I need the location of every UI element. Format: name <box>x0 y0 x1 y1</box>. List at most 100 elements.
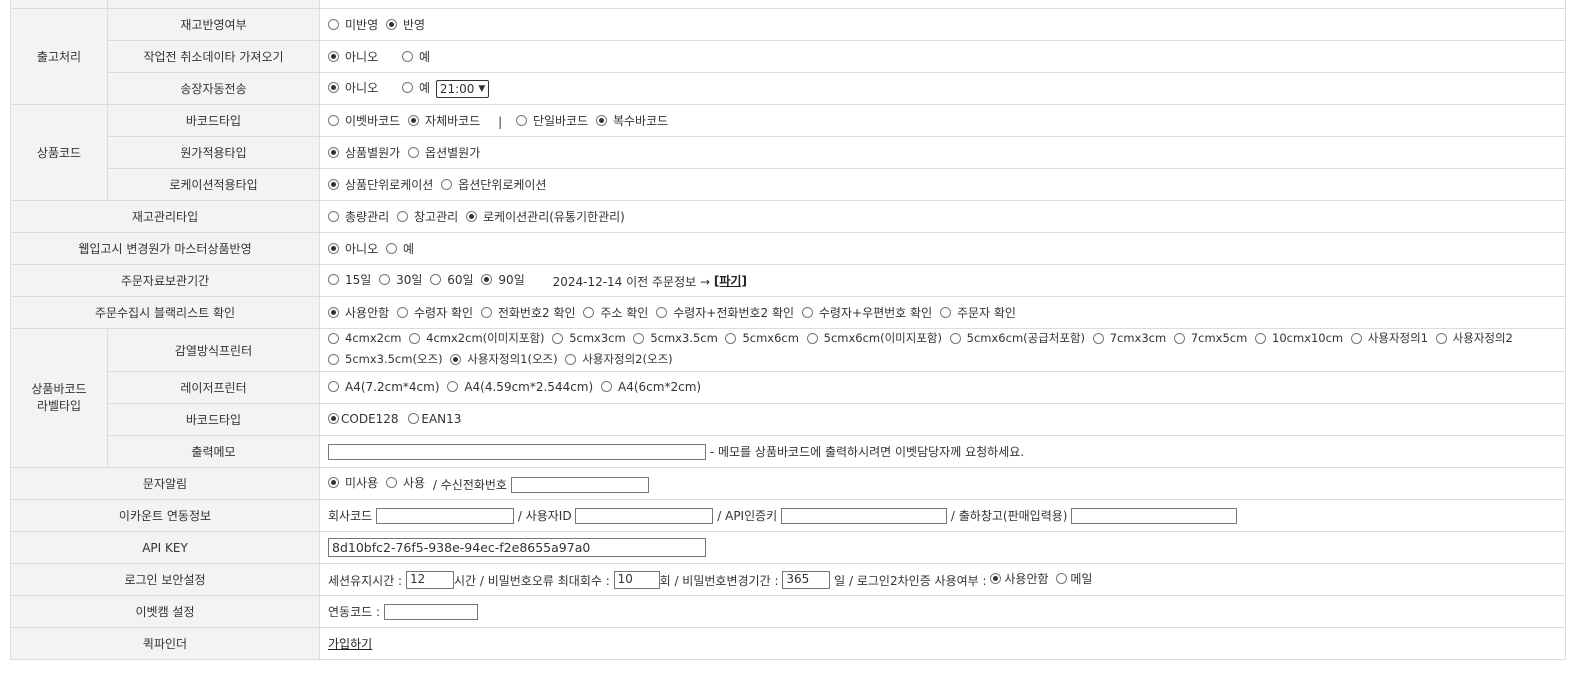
radio-auto-invoice-no[interactable]: 아니오 <box>328 79 378 96</box>
label-order-retention: 주문자료보관기간 <box>10 264 320 297</box>
label-stock-mgmt: 재고관리타입 <box>10 200 320 233</box>
radio-thermal-5x3-5[interactable]: 5cmx3.5cm <box>633 329 718 348</box>
radio-retention-15[interactable]: 15일 <box>328 271 371 288</box>
radio-laser-a4-6x2[interactable]: A4(6cm*2cm) <box>601 380 701 394</box>
radio-blacklist-recipient-zip[interactable]: 수령자+우편번호 확인 <box>801 304 932 321</box>
label-print-memo: 출력메모 <box>107 435 320 468</box>
chevron-down-icon: ▼ <box>478 84 486 95</box>
radio-unreflected[interactable]: 미반영 <box>328 16 378 33</box>
radio-blacklist-recipient-phone2[interactable]: 수령자+전화번호2 확인 <box>656 304 794 321</box>
radio-thermal-4x2-img[interactable]: 4cmx2cm(이미지포함) <box>409 329 545 348</box>
retention-note: 2024-12-14 이전 주문정보 → <box>552 275 711 289</box>
radio-code128[interactable]: CODE128 <box>328 412 399 426</box>
group-shipping: 출고처리 <box>10 8 108 105</box>
radio-thermal-5x6-img[interactable]: 5cmx6cm(이미지포함) <box>806 329 942 348</box>
label-api-key: API KEY <box>10 531 320 564</box>
ecount-company-label: 회사코드 <box>328 509 373 523</box>
ebetcam-code-input[interactable] <box>383 603 478 620</box>
ebetcam-code-label: 연동코드 : <box>328 605 381 619</box>
label-ebetcam: 이벳캠 설정 <box>10 595 320 628</box>
radio-2fa-off[interactable]: 사용안함 <box>990 570 1049 587</box>
radio-thermal-10x10[interactable]: 10cmx10cm <box>1255 329 1343 348</box>
label-webimport-cost: 웹입고시 변경원가 마스터상품반영 <box>10 232 320 265</box>
radio-single-barcode[interactable]: 단일바코드 <box>515 112 588 129</box>
radio-webimport-yes[interactable]: 예 <box>385 240 414 257</box>
ecount-userid-input[interactable] <box>575 507 714 524</box>
sms-alert-options: 미사용 사용 / 수신전화번호 <box>319 467 1566 500</box>
discard-link[interactable]: [파기] <box>714 274 747 288</box>
radio-warehouse-mgmt[interactable]: 창고관리 <box>397 208 458 225</box>
label-barcode-type-options: CODE128 EAN13 <box>319 403 1566 436</box>
location-type-options: 상품단위로케이션 옵션단위로케이션 <box>319 168 1566 201</box>
radio-thermal-4x2[interactable]: 4cmx2cm <box>328 329 402 348</box>
auto-invoice-options: 아니오 예 21:00 ▼ <box>319 72 1566 105</box>
radio-retention-90[interactable]: 90일 <box>481 271 525 288</box>
divider: | <box>498 115 503 129</box>
radio-thermal-7x3[interactable]: 7cmx3cm <box>1092 329 1166 348</box>
radio-2fa-mail[interactable]: 메일 <box>1056 570 1092 587</box>
blacklist-options: 사용안함 수령자 확인 전화번호2 확인 주소 확인 수령자+전화번호2 확인 … <box>319 296 1566 329</box>
radio-blacklist-recipient[interactable]: 수령자 확인 <box>397 304 473 321</box>
session-label: 세션유지시간 : <box>328 573 403 588</box>
radio-thermal-7x5[interactable]: 7cmx5cm <box>1173 329 1247 348</box>
radio-thermal-custom1-oz[interactable]: 사용자정의1(오즈) <box>450 350 558 369</box>
radio-location-per-option[interactable]: 옵션단위로케이션 <box>441 176 546 193</box>
ecount-warehouse-input[interactable] <box>1071 507 1238 524</box>
label-blacklist: 주문수집시 블랙리스트 확인 <box>10 296 320 329</box>
ecount-fields: 회사코드 / 사용자ID / API인증키 / 출하창고(판매입력용) <box>319 499 1566 532</box>
group-barcode-label: 상품바코드 라벨타입 <box>10 328 108 468</box>
radio-retention-30[interactable]: 30일 <box>379 271 422 288</box>
label-cost-type: 원가적용타입 <box>107 136 320 169</box>
radio-thermal-custom2[interactable]: 사용자정의2 <box>1435 329 1513 348</box>
settings-table: 출고처리 재고반영여부 미반영 반영 작업전 취소데이타 가져오기 아니오 예 … <box>10 0 1566 660</box>
radio-fetch-cancel-yes[interactable]: 예 <box>401 48 430 65</box>
radio-thermal-custom1[interactable]: 사용자정의1 <box>1350 329 1428 348</box>
print-memo-cell: - 메모를 상품바코드에 출력하시려면 이벳담당자께 요청하세요. <box>319 435 1566 468</box>
radio-blacklist-off[interactable]: 사용안함 <box>328 304 389 321</box>
radio-blacklist-address[interactable]: 주소 확인 <box>583 304 648 321</box>
radio-thermal-5x6-supplier[interactable]: 5cmx6cm(공급처포함) <box>949 329 1085 348</box>
webimport-cost-options: 아니오 예 <box>319 232 1566 265</box>
api-key-input[interactable]: 8d10bfc2-76f5-938e-94ec-f2e8655a97a0 <box>328 538 706 557</box>
radio-sms-off[interactable]: 미사용 <box>328 474 378 491</box>
auto-invoice-time-select[interactable]: 21:00 ▼ <box>435 80 490 99</box>
radio-location-mgmt[interactable]: 로케이션관리(유통기한관리) <box>466 208 625 225</box>
radio-cost-per-option[interactable]: 옵션별원가 <box>408 144 480 161</box>
session-hours-input[interactable]: 12 <box>405 571 454 590</box>
radio-ean13[interactable]: EAN13 <box>408 412 461 426</box>
print-memo-input[interactable] <box>328 443 706 460</box>
quickfinder-cell: 가입하기 <box>319 627 1566 660</box>
radio-ebet-barcode[interactable]: 이벳바코드 <box>328 112 400 129</box>
ecount-company-input[interactable] <box>376 507 514 524</box>
radio-auto-invoice-yes[interactable]: 예 <box>401 79 430 96</box>
radio-thermal-5x6[interactable]: 5cmx6cm <box>725 329 799 348</box>
radio-blacklist-orderer[interactable]: 주문자 확인 <box>939 304 1016 321</box>
radio-cost-per-product[interactable]: 상품별원가 <box>328 144 400 161</box>
radio-retention-60[interactable]: 60일 <box>430 271 474 288</box>
radio-reflected[interactable]: 반영 <box>385 16 425 33</box>
barcode-type-options: 이벳바코드 자체바코드 | 단일바코드 복수바코드 <box>319 104 1566 137</box>
radio-own-barcode[interactable]: 자체바코드 <box>408 112 480 129</box>
pw-change-days-input[interactable]: 365 <box>782 571 831 590</box>
fetch-cancel-options: 아니오 예 <box>319 40 1566 73</box>
pw-error-unit: 회 / 비밀번호변경기간 : <box>659 573 779 588</box>
radio-location-per-product[interactable]: 상품단위로케이션 <box>328 176 433 193</box>
quickfinder-signup-link[interactable]: 가입하기 <box>328 637 372 651</box>
sms-phone-input[interactable] <box>510 476 649 493</box>
radio-sms-on[interactable]: 사용 <box>385 474 425 491</box>
radio-thermal-5x3[interactable]: 5cmx3cm <box>552 329 626 348</box>
radio-blacklist-phone2[interactable]: 전화번호2 확인 <box>480 304 576 321</box>
label-auto-invoice: 송장자동전송 <box>107 72 320 105</box>
radio-total-mgmt[interactable]: 총량관리 <box>328 208 389 225</box>
radio-thermal-5x3-5-oz[interactable]: 5cmx3.5cm(오즈) <box>328 350 443 369</box>
radio-laser-a4-7x4[interactable]: A4(7.2cm*4cm) <box>328 380 440 394</box>
radio-thermal-custom2-oz[interactable]: 사용자정의2(오즈) <box>565 350 673 369</box>
radio-laser-a4-459[interactable]: A4(4.59cm*2.544cm) <box>447 380 593 394</box>
ecount-apikey-input[interactable] <box>781 507 948 524</box>
label-login-security: 로그인 보안설정 <box>10 563 320 596</box>
label-quickfinder: 퀵파인더 <box>10 627 320 660</box>
radio-multi-barcode[interactable]: 복수바코드 <box>595 112 668 129</box>
radio-fetch-cancel-no[interactable]: 아니오 <box>328 48 378 65</box>
pw-error-max-input[interactable]: 10 <box>613 571 660 590</box>
radio-webimport-no[interactable]: 아니오 <box>328 240 378 257</box>
